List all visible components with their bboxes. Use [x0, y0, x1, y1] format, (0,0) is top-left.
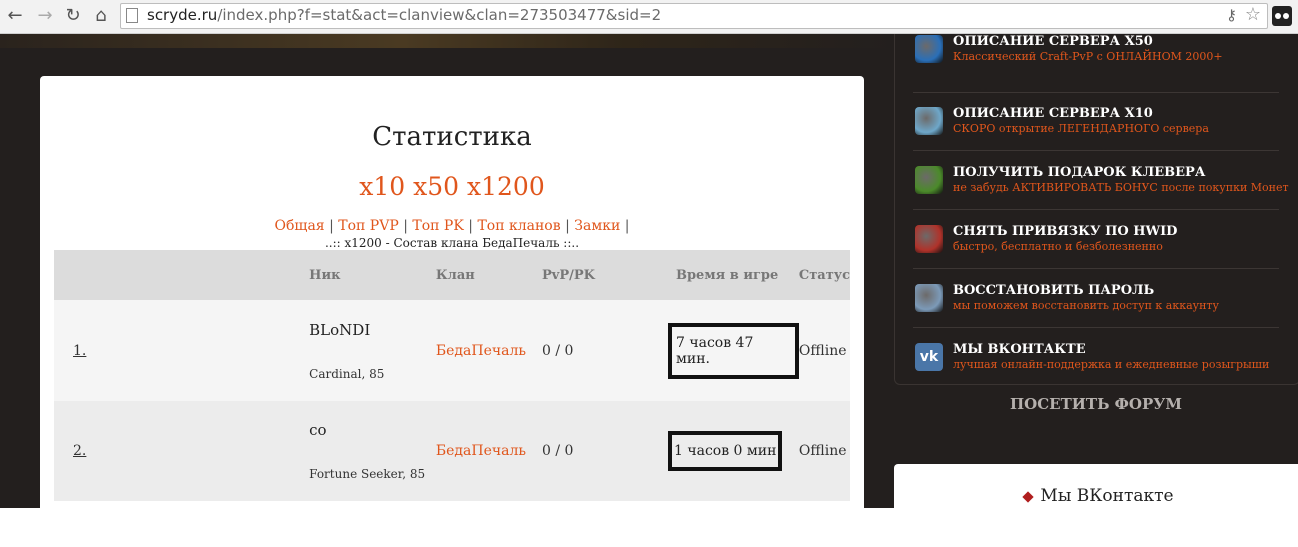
table-row: 1. BLoNDI Cardinal, 85 БедаПечаль 0 / 0 7…: [54, 300, 850, 401]
sidebar-item-desc: не забудь АКТИВИРОВАТЬ БОНУС после покуп…: [953, 181, 1289, 194]
pvppk-cell: 0 / 0: [542, 401, 676, 501]
clan-cell: БедаПечаль: [435, 300, 543, 401]
key-icon[interactable]: ⚷: [1226, 6, 1237, 24]
nav-link-top-clans[interactable]: Топ кланов: [477, 218, 560, 234]
extension-icon[interactable]: [1272, 6, 1292, 26]
forum-button[interactable]: ПОСЕТИТЬ ФОРУМ: [894, 395, 1298, 413]
home-icon[interactable]: ⌂: [90, 5, 112, 27]
url-text[interactable]: scryde.ru/index.php?f=stat&act=clanview&…: [147, 6, 661, 24]
page-bottom-area: [0, 508, 1298, 547]
clan-members-table: Ник Клан PvP/PK Время в игре Статус 1. B…: [54, 250, 850, 501]
status-cell: Offline: [798, 300, 850, 401]
bookmark-star-icon[interactable]: ☆: [1245, 4, 1261, 25]
ice-sword-icon: [915, 107, 943, 135]
bullet-icon: [1022, 490, 1035, 503]
nav-link-top-pvp[interactable]: Топ PVP: [338, 218, 399, 234]
sidebar-item[interactable]: СНЯТЬ ПРИВЯЗКУ ПО HWID быстро, бесплатно …: [913, 210, 1279, 269]
clan-subtitle: ..:: x1200 - Состав клана БедаПечаль ::.…: [324, 236, 580, 250]
sidebar-item-desc: быстро, бесплатно и безболезненно: [953, 240, 1163, 253]
page-icon: [126, 8, 138, 23]
server-rates: x10 x50 x1200: [359, 172, 545, 201]
pvppk-cell: 0 / 0: [542, 300, 676, 401]
red-armor-icon: [915, 225, 943, 253]
url-path: /index.php?f=stat&act=clanview&clan=2735…: [217, 6, 662, 24]
nav-link-top-pk[interactable]: Топ PK: [412, 218, 463, 234]
sidebar-item[interactable]: ВОССТАНОВИТЬ ПАРОЛЬ мы поможем восстанови…: [913, 269, 1279, 328]
player-nick: co: [309, 421, 327, 439]
table-header-row: Ник Клан PvP/PK Время в игре Статус: [54, 250, 850, 300]
address-bar[interactable]: scryde.ru/index.php?f=stat&act=clanview&…: [120, 3, 1268, 29]
row-number-cell: 1.: [54, 300, 310, 401]
sidebar-item-desc: мы поможем восстановить доступ к аккаунт…: [953, 299, 1219, 312]
sidebar-item-title: СНЯТЬ ПРИВЯЗКУ ПО HWID: [953, 224, 1178, 239]
row-number-link[interactable]: 1.: [54, 343, 86, 359]
forward-arrow-icon[interactable]: →: [34, 5, 56, 27]
browser-toolbar: ← → ↻ ⌂ scryde.ru/index.php?f=stat&act=c…: [0, 0, 1298, 34]
player-nick: BLoNDI: [309, 320, 371, 339]
sidebar-panel: ОПИСАНИЕ СЕРВЕРА X50 Классический Craft-P…: [894, 34, 1298, 385]
playtime-highlight: 7 часов 47 мин.: [667, 322, 799, 379]
clan-cell: БедаПечаль: [435, 401, 543, 501]
row-number-cell: 2.: [54, 401, 310, 501]
angel-icon: [915, 284, 943, 312]
stats-nav: Общая | Топ PVP | Топ PK | Топ кланов | …: [274, 218, 630, 234]
vk-widget-title: Мы ВКонтакте: [894, 486, 1298, 506]
clover-icon: [915, 166, 943, 194]
sidebar-item[interactable]: vk МЫ ВКОНТАКТЕ лучшая онлайн-поддержка и …: [913, 328, 1279, 386]
player-class: Cardinal, 85: [309, 366, 385, 381]
header-clan: Клан: [435, 250, 543, 300]
nick-cell: BLoNDI Cardinal, 85: [309, 300, 436, 401]
stats-card: Статистика x10 x50 x1200 Общая | Топ PVP…: [40, 76, 864, 516]
sidebar-item[interactable]: ОПИСАНИЕ СЕРВЕРА X10 СКОРО открытие ЛЕГЕН…: [913, 92, 1279, 151]
header-status: Статус: [798, 250, 850, 300]
header-num: [54, 250, 310, 300]
vk-widget-card: Мы ВКонтакте: [894, 464, 1298, 508]
url-host: scryde.ru: [147, 6, 218, 24]
sidebar-item-desc: лучшая онлайн-поддержка и ежедневные роз…: [953, 358, 1270, 371]
status-cell: Offline: [798, 401, 850, 501]
header-nick: Ник: [309, 250, 436, 300]
sidebar-item-title: ОПИСАНИЕ СЕРВЕРА X50: [953, 34, 1153, 49]
sidebar-item-desc: СКОРО открытие ЛЕГЕНДАРНОГО сервера: [953, 122, 1209, 135]
sidebar-item-title: МЫ ВКОНТАКТЕ: [953, 342, 1086, 357]
time-cell: 7 часов 47 мин.: [667, 300, 799, 401]
row-number-link[interactable]: 2.: [54, 443, 86, 459]
playtime-highlight: 1 часов 0 мин: [667, 431, 783, 471]
clan-link[interactable]: БедаПечаль: [436, 343, 526, 359]
sidebar-item-title: ВОССТАНОВИТЬ ПАРОЛЬ: [953, 283, 1155, 298]
nav-link-general[interactable]: Общая: [275, 218, 325, 234]
back-arrow-icon[interactable]: ←: [4, 5, 26, 27]
sidebar-item-title: ПОЛУЧИТЬ ПОДАРОК КЛЕВЕРА: [953, 165, 1206, 180]
time-cell: 1 часов 0 мин: [667, 401, 799, 501]
sidebar-item-desc: Классический Craft-PvP с ОНЛАЙНОМ 2000+: [953, 50, 1223, 63]
nick-cell: co Fortune Seeker, 85: [309, 401, 436, 501]
sidebar-item-title: ОПИСАНИЕ СЕРВЕРА X10: [953, 106, 1153, 121]
nav-link-castles[interactable]: Замки: [574, 218, 620, 234]
vk-widget-title-text: Мы ВКонтакте: [1040, 486, 1174, 506]
sidebar-item[interactable]: ОПИСАНИЕ СЕРВЕРА X50 Классический Craft-P…: [913, 34, 1279, 93]
vk-icon: vk: [915, 343, 943, 371]
crystal-icon: [915, 35, 943, 63]
reload-icon[interactable]: ↻: [62, 5, 84, 27]
table-row: 2. co Fortune Seeker, 85 БедаПечаль 0 / 0…: [54, 401, 850, 501]
header-pvppk: PvP/PK: [542, 250, 676, 300]
header-time: Время в игре: [675, 250, 799, 300]
page-title: Статистика: [372, 122, 532, 152]
header-banner: [0, 34, 893, 48]
player-class: Fortune Seeker, 85: [309, 467, 426, 481]
clan-link[interactable]: БедаПечаль: [436, 443, 526, 459]
sidebar-item[interactable]: ПОЛУЧИТЬ ПОДАРОК КЛЕВЕРА не забудь АКТИВИ…: [913, 151, 1289, 210]
